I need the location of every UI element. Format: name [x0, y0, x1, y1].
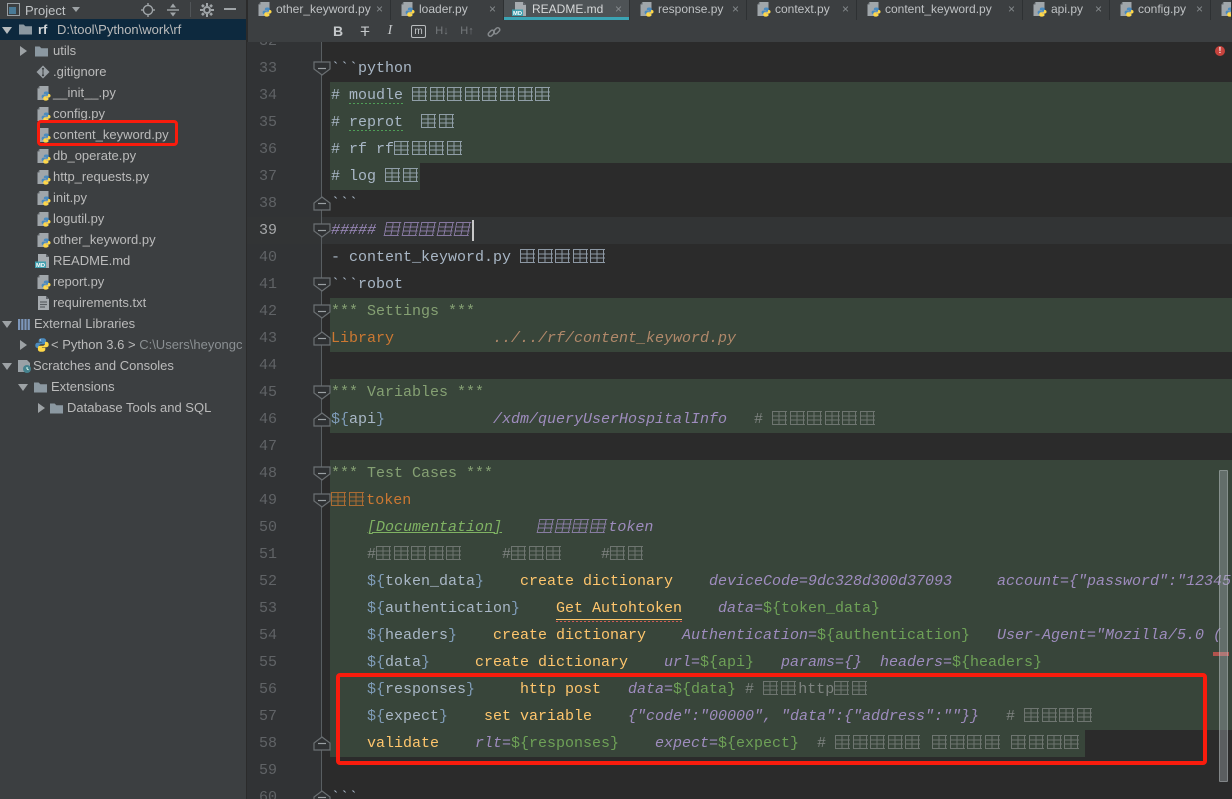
svg-text:MD: MD	[513, 11, 522, 17]
svg-text:MD: MD	[36, 263, 45, 269]
